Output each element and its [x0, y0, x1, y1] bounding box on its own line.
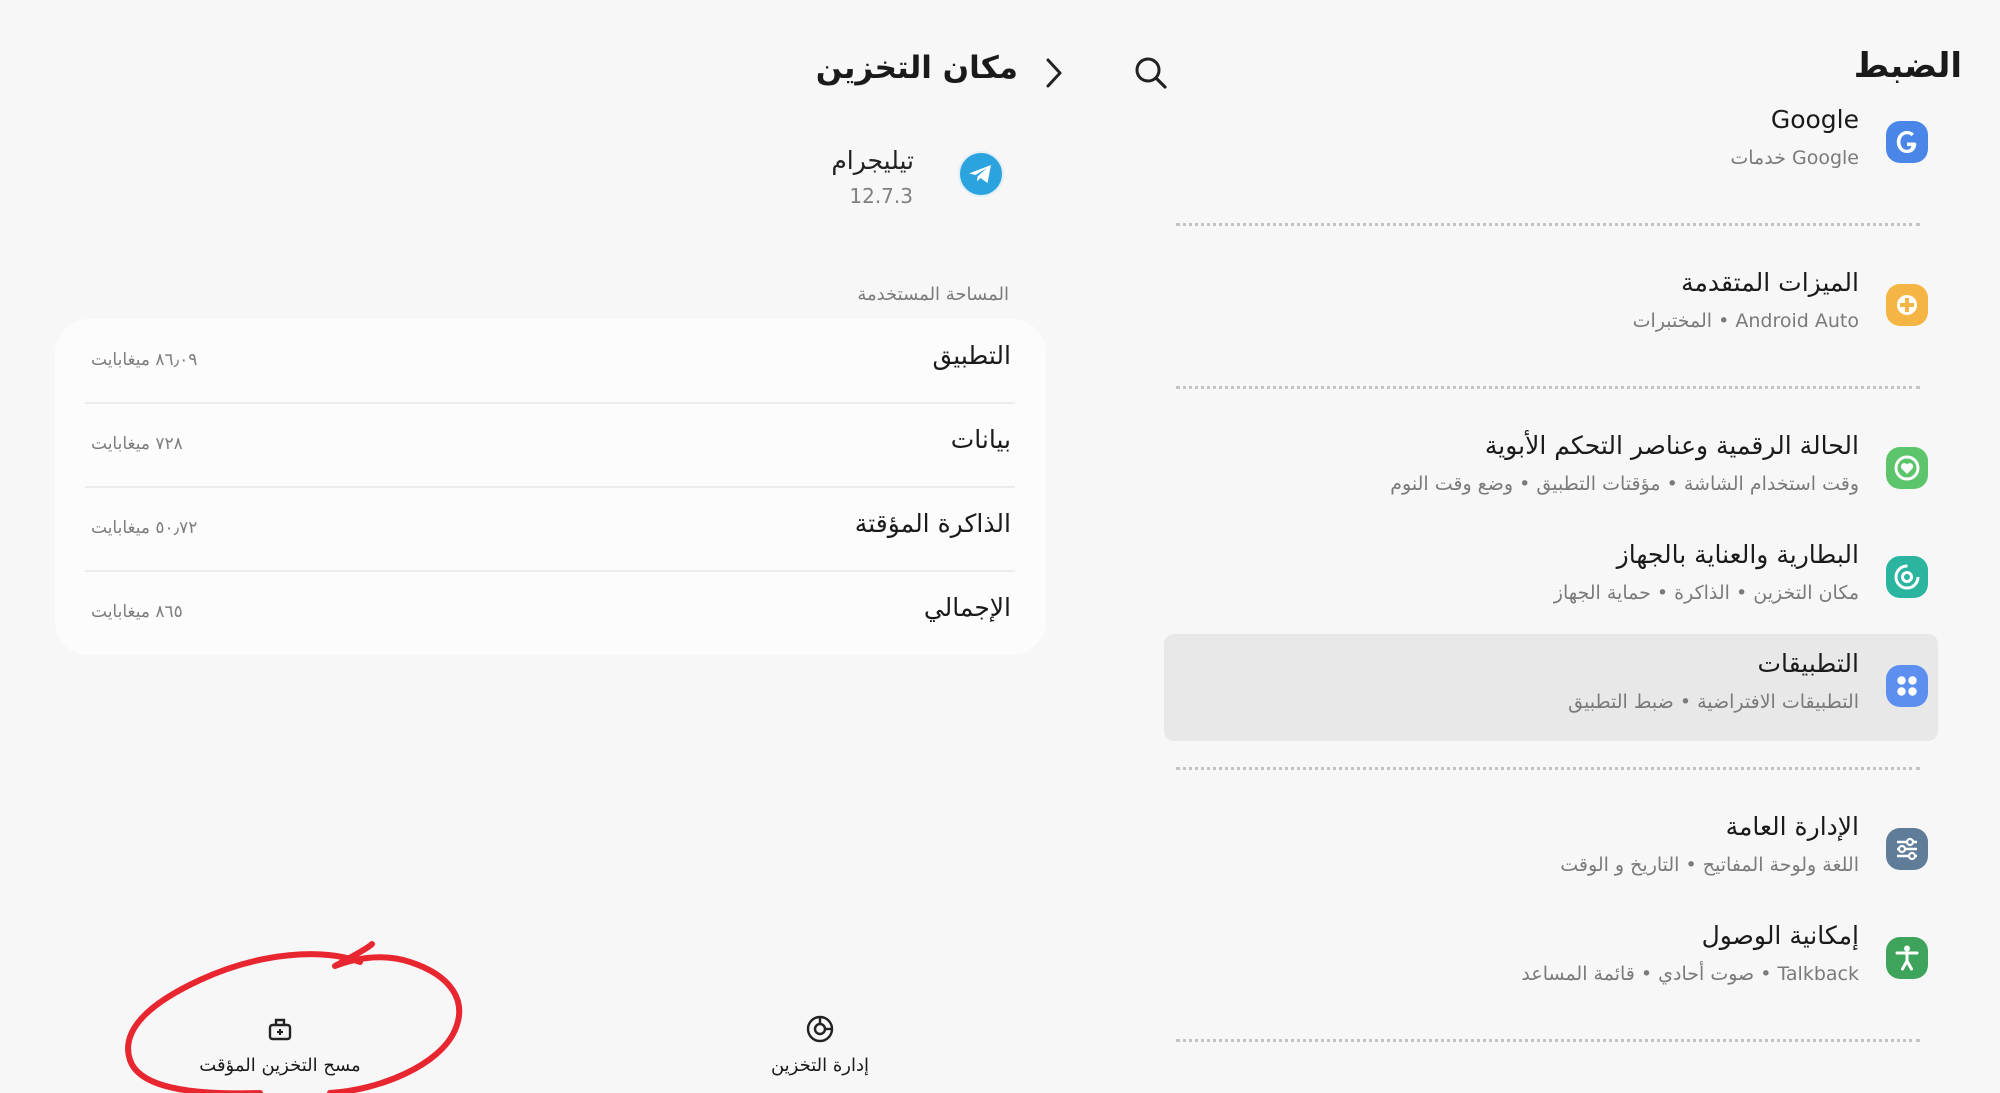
google-icon — [1886, 121, 1928, 163]
usage-value: ٧٢٨ ميغابايت — [91, 434, 183, 454]
usage-row-total: الإجمالي ٨٦٥ ميغابايت — [55, 571, 1046, 655]
red-annotation-circle — [125, 941, 463, 1093]
usage-value: ٥٠٫٧٢ ميغابايت — [91, 518, 198, 538]
used-space-header: المساحة المستخدمة — [857, 284, 1009, 305]
usage-label: بيانات — [950, 425, 1011, 454]
storage-usage-card: التطبيق ٨٦٫٠٩ ميغابايت بيانات ٧٢٨ ميغابا… — [55, 319, 1046, 655]
usage-value: ٨٦٥ ميغابايت — [91, 602, 183, 622]
settings-item-title: الحالة الرقمية وعناصر التحكم الأبوية — [1484, 431, 1859, 460]
settings-item-title: الإدارة العامة — [1725, 812, 1859, 841]
advanced-features-icon — [1886, 284, 1928, 326]
usage-value: ٨٦٫٠٩ ميغابايت — [91, 350, 198, 370]
settings-item-subtitle: وقت استخدام الشاشة • مؤقتات التطبيق • وض… — [1390, 473, 1859, 495]
manage-storage-button[interactable]: إدارة التخزين — [740, 1013, 900, 1076]
settings-item-general-management[interactable]: الإدارة العامة اللغة ولوحة المفاتيح • ال… — [1164, 797, 1938, 903]
settings-item-subtitle: مكان التخزين • الذاكرة • حماية الجهاز — [1553, 582, 1859, 604]
settings-item-title: البطارية والعناية بالجهاز — [1616, 540, 1859, 569]
settings-item-battery-device-care[interactable]: البطارية والعناية بالجهاز مكان التخزين •… — [1164, 525, 1938, 631]
telegram-icon — [958, 151, 1004, 197]
storage-page-title: مكان التخزين — [815, 50, 1018, 86]
device-care-icon — [1886, 556, 1928, 598]
usage-label: الإجمالي — [923, 593, 1011, 622]
settings-item-google[interactable]: Google خدمات Google — [1164, 90, 1938, 196]
usage-row-data: بيانات ٧٢٨ ميغابايت — [55, 403, 1046, 487]
settings-item-advanced-features[interactable]: الميزات المتقدمة المختبرات • Android Aut… — [1164, 253, 1938, 359]
settings-item-subtitle: التطبيقات الافتراضية • ضبط التطبيق — [1568, 691, 1859, 713]
accessibility-icon — [1886, 937, 1928, 979]
section-divider — [1176, 767, 1920, 770]
settings-item-subtitle: اللغة ولوحة المفاتيح • التاريخ و الوقت — [1560, 854, 1859, 876]
manage-storage-label: إدارة التخزين — [770, 1055, 870, 1076]
settings-item-subtitle: صوت أحادي • قائمة المساعد • Talkback — [1521, 963, 1859, 985]
app-version: 12.7.3 — [849, 184, 913, 208]
settings-item-subtitle: المختبرات • Android Auto — [1632, 310, 1859, 332]
back-chevron-icon[interactable] — [1040, 55, 1068, 91]
usage-row-app: التطبيق ٨٦٫٠٩ ميغابايت — [55, 319, 1046, 403]
settings-item-subtitle: خدمات Google — [1730, 147, 1859, 169]
digital-wellbeing-icon — [1886, 447, 1928, 489]
section-divider — [1176, 223, 1920, 226]
settings-item-accessibility[interactable]: إمكانية الوصول صوت أحادي • قائمة المساعد… — [1164, 906, 1938, 1012]
section-divider — [1176, 1039, 1920, 1042]
storage-pie-icon — [806, 1015, 834, 1043]
settings-item-digital-wellbeing[interactable]: الحالة الرقمية وعناصر التحكم الأبوية وقت… — [1164, 416, 1938, 522]
apps-icon — [1886, 665, 1928, 707]
settings-title: الضبط — [1853, 46, 1962, 86]
usage-row-cache: الذاكرة المؤقتة ٥٠٫٧٢ ميغابايت — [55, 487, 1046, 571]
settings-item-title: الميزات المتقدمة — [1681, 268, 1859, 297]
settings-item-title: إمكانية الوصول — [1701, 921, 1859, 950]
usage-label: الذاكرة المؤقتة — [854, 509, 1011, 538]
search-icon[interactable] — [1131, 53, 1171, 93]
app-name: تيليجرام — [831, 146, 914, 175]
settings-item-title: Google — [1770, 105, 1859, 134]
section-divider — [1176, 386, 1920, 389]
general-management-icon — [1886, 828, 1928, 870]
usage-label: التطبيق — [932, 341, 1011, 370]
settings-item-apps[interactable]: التطبيقات التطبيقات الافتراضية • ضبط الت… — [1164, 634, 1938, 741]
settings-item-title: التطبيقات — [1757, 649, 1859, 678]
